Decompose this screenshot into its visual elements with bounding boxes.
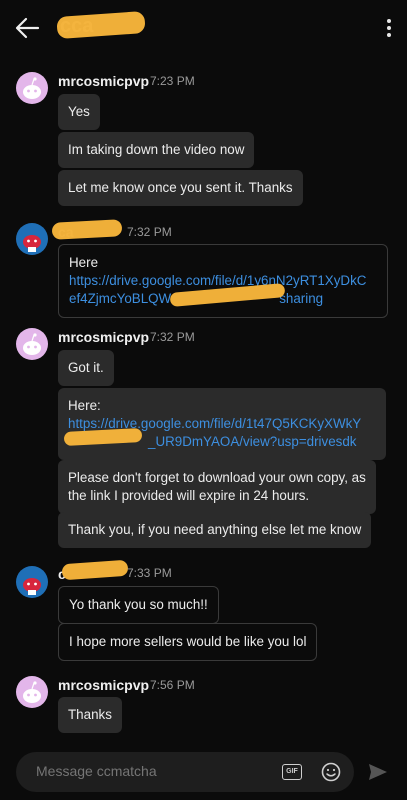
avatar[interactable] [16, 72, 48, 104]
timestamp: 7:33 PM [127, 566, 172, 580]
message-text: Here: [68, 398, 101, 413]
avatar[interactable] [16, 328, 48, 360]
message-bubble[interactable]: Thanks [58, 697, 122, 733]
message-bubble[interactable]: Yo thank you so much!! [58, 586, 219, 624]
message-bubble[interactable]: Yes [58, 94, 100, 130]
snoo-icon [23, 681, 41, 703]
message-bubble[interactable]: Got it. [58, 350, 114, 386]
username[interactable]: mrcosmicpvp [58, 677, 149, 693]
avatar[interactable] [16, 223, 48, 255]
redaction-mark [56, 10, 146, 40]
username[interactable]: mrcosmicpvp [58, 73, 149, 89]
avatar[interactable] [16, 676, 48, 708]
gif-button[interactable]: GIF [282, 764, 302, 780]
timestamp: 7:32 PM [127, 225, 172, 239]
redaction-mark [61, 559, 129, 581]
drive-link-cont[interactable]: ef4ZjmcYoBLQW [69, 291, 171, 306]
message-text: Here [69, 255, 99, 270]
timestamp: 7:23 PM [150, 74, 195, 88]
chat-header: cca [0, 0, 407, 56]
snoo-icon [23, 77, 41, 99]
message-bubble[interactable]: Here https://drive.google.com/file/d/1y6… [58, 244, 388, 318]
send-icon[interactable] [366, 760, 390, 784]
message-bubble[interactable]: Please don't forget to download your own… [58, 460, 376, 514]
timestamp: 7:56 PM [150, 678, 195, 692]
kebab-menu-icon[interactable] [385, 18, 393, 38]
avatar[interactable] [16, 566, 48, 598]
username[interactable]: mrcosmicpvp [58, 329, 149, 345]
emoji-icon[interactable] [321, 762, 341, 782]
message-bubble[interactable]: Thank you, if you need anything else let… [58, 512, 372, 548]
snoo-icon [23, 333, 41, 355]
snoo-icon [23, 578, 41, 595]
message-composer: GIF [16, 752, 354, 792]
message-bubble[interactable]: Im taking down the video now [58, 132, 255, 168]
drive-link-cont[interactable]: _UR9DmYAOA/view?usp=drivesdk [148, 434, 357, 449]
redaction-mark [51, 219, 123, 240]
drive-link-tail[interactable]: sharing [279, 291, 323, 306]
snoo-icon [23, 235, 41, 252]
message-input[interactable] [36, 763, 236, 779]
message-bubble[interactable]: Here: https://drive.google.com/file/d/1t… [58, 388, 386, 460]
back-arrow-icon[interactable] [12, 14, 42, 42]
message-bubble[interactable]: I hope more sellers would be like you lo… [58, 623, 318, 661]
timestamp: 7:32 PM [150, 330, 195, 344]
message-bubble[interactable]: Let me know once you sent it. Thanks [58, 170, 303, 206]
